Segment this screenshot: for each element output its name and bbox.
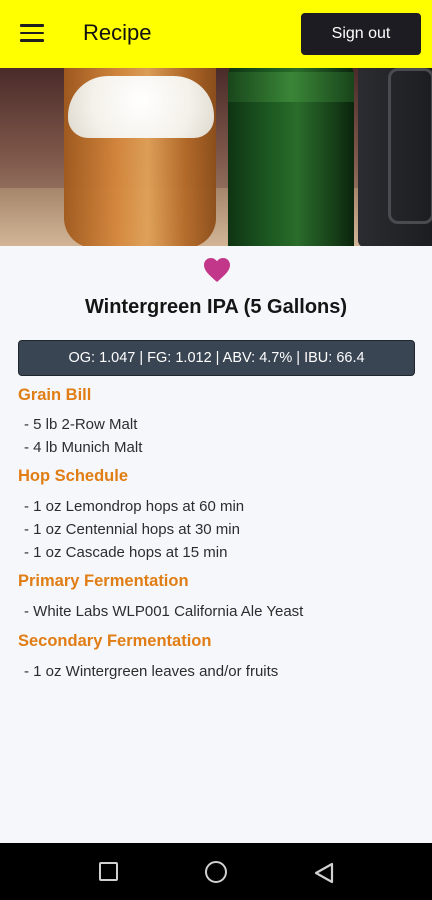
hero-image xyxy=(0,68,432,246)
section-title-primary-fermentation: Primary Fermentation xyxy=(18,572,189,590)
sign-out-button[interactable]: Sign out xyxy=(301,13,421,55)
menu-icon[interactable] xyxy=(20,24,44,44)
section-title-hop-schedule: Hop Schedule xyxy=(18,467,129,485)
list-item: - 1 oz Cascade hops at 15 min xyxy=(24,544,228,561)
home-icon[interactable] xyxy=(205,861,227,883)
recent-apps-icon[interactable] xyxy=(99,862,118,881)
back-icon[interactable] xyxy=(314,862,334,889)
list-item: - 4 lb Munich Malt xyxy=(24,439,143,456)
section-title-grain-bill: Grain Bill xyxy=(18,386,92,404)
favorite-heart-icon[interactable] xyxy=(203,257,231,283)
stats-text: OG: 1.047 | FG: 1.012 | ABV: 4.7% | IBU:… xyxy=(68,350,365,366)
recipe-name: Wintergreen IPA (5 Gallons) xyxy=(84,296,348,318)
list-item: - White Labs WLP001 California Ale Yeast xyxy=(24,603,304,620)
list-item: - 1 oz Wintergreen leaves and/or fruits xyxy=(24,663,279,680)
list-item: - 5 lb 2-Row Malt xyxy=(24,416,138,433)
app-bar: Recipe Sign out xyxy=(0,0,432,68)
list-item: - 1 oz Lemondrop hops at 60 min xyxy=(24,498,245,515)
page-title: Recipe xyxy=(83,20,152,45)
list-item: - 1 oz Centennial hops at 30 min xyxy=(24,521,240,538)
section-title-secondary-fermentation: Secondary Fermentation xyxy=(18,632,212,650)
stats-bar: OG: 1.047 | FG: 1.012 | ABV: 4.7% | IBU:… xyxy=(18,340,415,376)
